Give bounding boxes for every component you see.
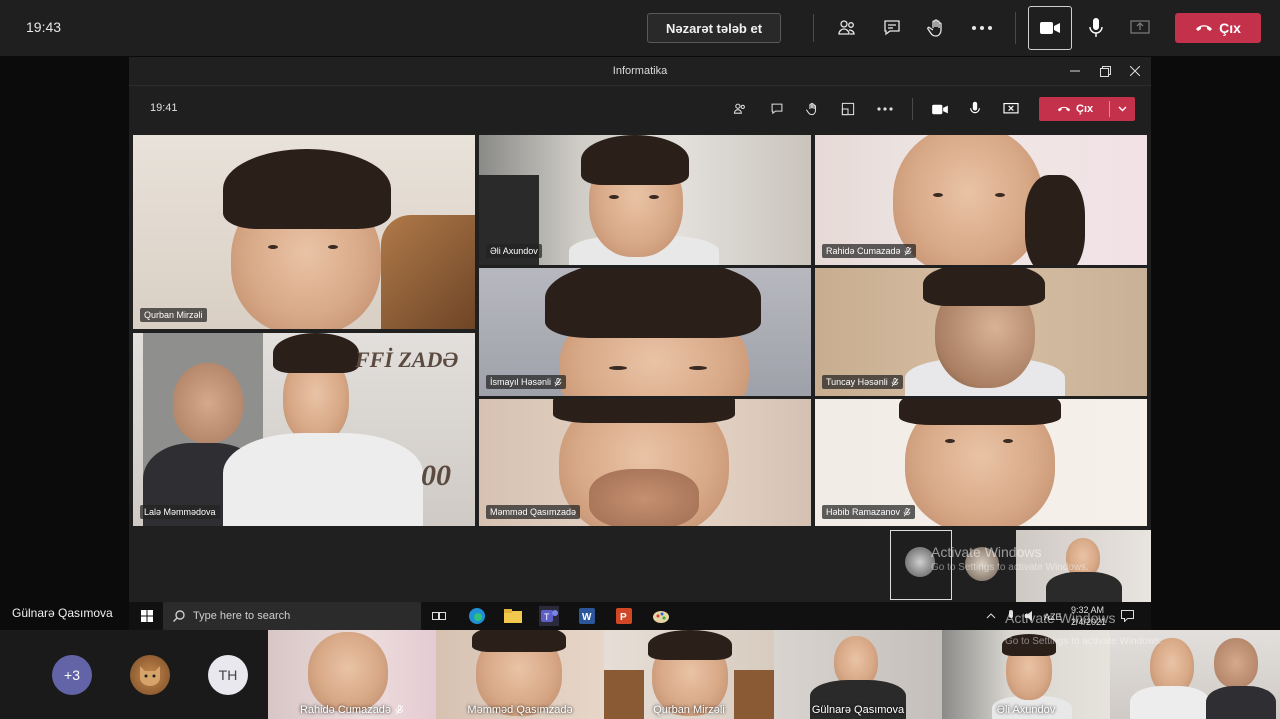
close-icon[interactable] [1127, 63, 1143, 79]
search-icon [173, 610, 185, 622]
window-titlebar: Informatika [129, 57, 1151, 86]
participant-name: Həbib Ramazanov [822, 505, 916, 519]
file-explorer-icon[interactable] [503, 606, 523, 626]
stop-share-icon[interactable] [1001, 99, 1021, 119]
activate-windows-watermark: Activate Windows [931, 544, 1042, 560]
mic-muted-icon [554, 377, 562, 386]
participant-name: Əli Axundov [996, 704, 1056, 716]
hang-up-icon [1057, 106, 1071, 112]
teams-icon[interactable]: T [539, 606, 559, 626]
video-tile[interactable]: Rahidə Cumazadə [268, 630, 436, 719]
meeting-toolbar: 19:43 Nəzarət tələb et Çıx [0, 0, 1280, 56]
camera-toggle-button[interactable] [1028, 6, 1072, 50]
svg-text:W: W [582, 612, 592, 623]
share-screen-icon[interactable] [1126, 14, 1154, 42]
window-title: Informatika [612, 65, 668, 77]
taskbar-search-input[interactable]: Type here to search [163, 602, 421, 630]
video-tile[interactable]: Əli Axundov [479, 135, 811, 265]
edge-icon[interactable] [467, 606, 487, 626]
video-tile[interactable]: Gülnarə Qasımova [774, 630, 942, 719]
participant-name: Qurban Mirzəli [653, 704, 725, 716]
activate-windows-subtitle: Go to Settings to activate Windows. [1005, 636, 1163, 647]
backdrop-banner: FFİ ZADƏ [355, 347, 459, 372]
participant-name: Məmməd Qasımzadə [486, 505, 581, 519]
overflow-participants-button[interactable]: +3 [52, 655, 92, 695]
task-view-icon[interactable] [429, 606, 449, 626]
minimize-icon[interactable] [1067, 63, 1083, 79]
avatar-initials[interactable]: TH [208, 655, 248, 695]
raise-hand-icon[interactable] [922, 14, 950, 42]
camera-icon [1040, 22, 1060, 34]
powerpoint-icon[interactable]: P [614, 606, 634, 626]
participant-name: Məmməd Qasımzadə [467, 704, 573, 716]
svg-text:P: P [620, 612, 627, 623]
mic-icon[interactable] [965, 99, 985, 119]
camera-icon[interactable] [930, 99, 950, 119]
windows-start-icon[interactable] [137, 606, 157, 626]
leave-button[interactable]: Çıx [1175, 13, 1261, 43]
mic-icon[interactable] [1082, 14, 1110, 42]
participant-name: Rahidə Cumazadə [268, 704, 436, 716]
inner-meeting-toolbar: 19:41 Çıx [129, 86, 1151, 132]
mic-muted-icon [904, 246, 911, 255]
toolbar-divider [1015, 12, 1016, 44]
video-tile[interactable]: Qurban Mirzəli [604, 630, 774, 719]
svg-text:T: T [544, 612, 550, 622]
more-options-icon[interactable] [875, 99, 895, 119]
chat-icon[interactable] [878, 14, 906, 42]
people-icon[interactable] [833, 14, 861, 42]
participant-name: Gülnarə Qasımova [811, 704, 905, 716]
video-tile[interactable]: Qurban Mirzəli [133, 135, 475, 329]
toolbar-divider [912, 98, 913, 120]
activate-windows-subtitle: Go to Settings to activate Windows. [931, 562, 1089, 573]
backdrop-number: 00 [421, 459, 451, 492]
video-tile[interactable]: Məmməd Qasımzadə [436, 630, 604, 719]
search-placeholder: Type here to search [193, 610, 291, 622]
hand-shape [589, 469, 699, 526]
more-options-icon[interactable] [968, 14, 996, 42]
paint-icon[interactable] [651, 606, 671, 626]
mic-muted-icon [891, 377, 899, 386]
video-tile[interactable]: Həbib Ramazanov [815, 399, 1147, 526]
participant-name: Əli Axundov [486, 244, 542, 258]
presenter-name: Gülnarə Qasımova [12, 606, 113, 620]
video-tile[interactable]: Məmməd Qasımzadə [479, 399, 811, 526]
cat-photo-icon [140, 666, 160, 686]
word-icon[interactable]: W [577, 606, 597, 626]
avatar[interactable] [130, 655, 170, 695]
meeting-timer: 19:43 [26, 19, 62, 35]
participant-name: Lalə Məmmədova [140, 505, 220, 519]
raise-hand-icon[interactable] [802, 99, 822, 119]
windows-taskbar: Type here to search T W P AZE 9:32 AM 2/… [129, 602, 1151, 630]
people-icon[interactable] [730, 99, 750, 119]
notifications-icon[interactable] [1117, 606, 1137, 626]
mic-muted-icon [903, 507, 911, 516]
request-control-button[interactable]: Nəzarət tələb et [647, 13, 781, 43]
inner-meeting-timer: 19:41 [150, 102, 178, 114]
toolbar-divider [813, 14, 814, 42]
activate-windows-watermark: Activate Windows [1005, 610, 1116, 626]
video-tile[interactable]: FFİ ZADƏ 00 Lalə Məmmədova [133, 333, 475, 526]
participant-name: Rahidə Cumazadə [822, 244, 916, 258]
hang-up-icon [1196, 25, 1213, 31]
video-tile[interactable]: Tuncay Həsənli [815, 268, 1147, 396]
participant-name: Qurban Mirzəli [140, 308, 207, 322]
mic-muted-icon [395, 705, 404, 715]
room-icon[interactable] [838, 99, 858, 119]
participant-name: İsmayıl Həsənli [486, 375, 567, 389]
chat-icon[interactable] [767, 99, 787, 119]
video-tile[interactable]: Rahidə Cumazadə [815, 135, 1147, 265]
restore-icon[interactable] [1097, 63, 1113, 79]
inner-leave-label: Çıx [1076, 103, 1094, 115]
chevron-down-icon[interactable] [1110, 106, 1135, 112]
shared-screen: Informatika 19:41 Çıx Qurban Mirzəli Əli… [129, 57, 1151, 602]
participant-name: Tuncay Həsənli [822, 375, 903, 389]
video-tile[interactable]: İsmayıl Həsənli [479, 268, 811, 396]
leave-label: Çıx [1219, 20, 1241, 36]
chevron-up-icon[interactable] [981, 606, 1001, 626]
inner-leave-button[interactable]: Çıx [1039, 97, 1135, 121]
